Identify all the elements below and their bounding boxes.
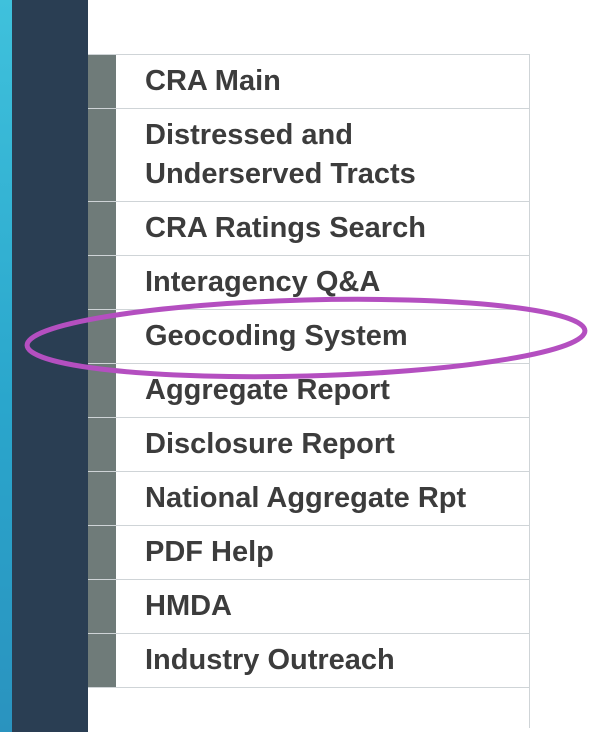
- nav-item-marker: [88, 472, 116, 525]
- nav-item-label: HMDA: [145, 590, 232, 622]
- nav-item-cra-main[interactable]: CRA Main: [88, 55, 529, 109]
- nav-item-label: CRA Ratings Search: [145, 212, 426, 244]
- nav-item-industry-outreach[interactable]: Industry Outreach: [88, 634, 529, 688]
- nav-item-label: Industry Outreach: [145, 644, 395, 676]
- nav-item-pdf-help[interactable]: PDF Help: [88, 526, 529, 580]
- nav-item-label: Distressed and Underserved Tracts: [145, 119, 416, 190]
- nav-item-marker: [88, 256, 116, 309]
- nav-item-label: CRA Main: [145, 65, 281, 97]
- page-left-sidebar: [12, 0, 88, 732]
- nav-item-marker: [88, 418, 116, 471]
- nav-item-interagency-qa[interactable]: Interagency Q&A: [88, 256, 529, 310]
- nav-item-aggregate-report[interactable]: Aggregate Report: [88, 364, 529, 418]
- nav-item-marker: [88, 310, 116, 363]
- nav-item-label: PDF Help: [145, 536, 274, 568]
- nav-item-label: Geocoding System: [145, 320, 408, 352]
- nav-item-cra-ratings-search[interactable]: CRA Ratings Search: [88, 202, 529, 256]
- nav-item-hmda[interactable]: HMDA: [88, 580, 529, 634]
- cra-nav-menu: CRA Main Distressed and Underserved Trac…: [88, 54, 530, 728]
- nav-item-disclosure-report[interactable]: Disclosure Report: [88, 418, 529, 472]
- nav-item-marker: [88, 202, 116, 255]
- nav-item-geocoding-system[interactable]: Geocoding System: [88, 310, 529, 364]
- nav-item-marker: [88, 364, 116, 417]
- nav-item-label: Aggregate Report: [145, 374, 390, 406]
- nav-item-marker: [88, 55, 116, 108]
- nav-item-label: National Aggregate Rpt: [145, 482, 467, 514]
- nav-item-national-aggregate-rpt[interactable]: National Aggregate Rpt: [88, 472, 529, 526]
- nav-item-marker: [88, 580, 116, 633]
- nav-item-distressed-underserved-tracts[interactable]: Distressed and Underserved Tracts: [88, 109, 529, 202]
- nav-item-label: Interagency Q&A: [145, 266, 381, 298]
- nav-item-marker: [88, 634, 116, 687]
- nav-item-marker: [88, 109, 116, 201]
- nav-item-marker: [88, 526, 116, 579]
- nav-item-label: Disclosure Report: [145, 428, 395, 460]
- nav-menu-filler: [88, 688, 529, 728]
